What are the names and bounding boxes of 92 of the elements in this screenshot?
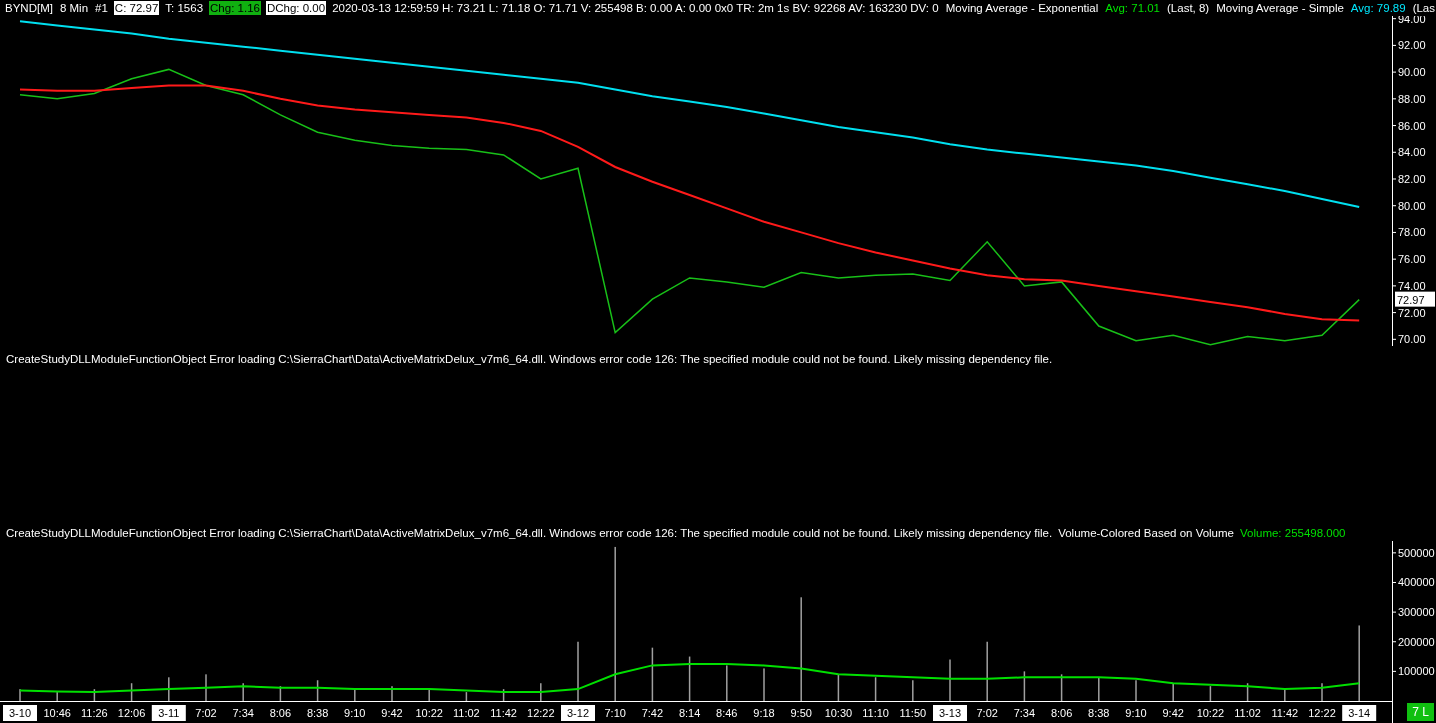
header-field: 8 Min — [58, 1, 90, 15]
y-tick-label: 70.00 — [1398, 333, 1426, 346]
time-label: 12:22 — [527, 707, 555, 719]
time-label: 12:22 — [1308, 707, 1336, 719]
y-tick-label: 300000 — [1398, 606, 1435, 619]
header-field: BYND[M] — [4, 1, 54, 15]
y-tick-label: 80.00 — [1398, 199, 1426, 212]
time-label: 7:02 — [976, 707, 998, 719]
header-field: Moving Average - Exponential — [944, 1, 1100, 15]
date-label: 3-11 — [151, 705, 186, 721]
time-label: 11:10 — [862, 707, 889, 719]
study-legend-text: Volume-Colored Based on Volume — [1058, 527, 1234, 539]
time-label: 9:18 — [753, 707, 775, 719]
header-field: Avg: 79.89 — [1349, 1, 1407, 15]
time-label: 10:22 — [415, 707, 443, 719]
y-tick-label: 88.00 — [1398, 92, 1426, 105]
y-tick-label: 90.00 — [1398, 66, 1426, 79]
axis-tick-label: 88.00 — [1391, 92, 1426, 105]
axis-tick-label: 90.00 — [1391, 66, 1426, 79]
axis-tick-label: 100000 — [1391, 665, 1435, 678]
time-label: 12:06 — [117, 707, 146, 719]
axis-tick-label: 82.00 — [1391, 173, 1426, 185]
time-label: 7:42 — [641, 707, 664, 719]
status-badge: 7 L — [1407, 703, 1434, 721]
time-label: 10:46 — [43, 707, 71, 719]
date-label: 3-12 — [561, 705, 595, 721]
time-label: 7:10 — [604, 707, 626, 719]
time-label: 8:38 — [1088, 707, 1110, 719]
time-label: 9:10 — [344, 707, 366, 719]
time-label: 9:42 — [381, 707, 403, 719]
time-label: 7:02 — [195, 707, 217, 719]
time-label: 11:26 — [81, 707, 108, 719]
time-label: 7:34 — [232, 707, 254, 719]
y-tick-label: 72.00 — [1398, 306, 1426, 319]
y-tick-label: 500000 — [1398, 546, 1435, 559]
time-label: 10:22 — [1196, 707, 1225, 719]
time-label: 11:02 — [453, 707, 480, 719]
header-field: (Last, 8) — [1166, 1, 1211, 15]
time-label: 9:42 — [1162, 707, 1184, 719]
axis-tick-label: 400000 — [1391, 576, 1435, 589]
axis-tick-label: 94.00 — [1391, 16, 1426, 25]
time-label: 7:34 — [1013, 707, 1036, 719]
axis-tick-label: 78.00 — [1391, 226, 1426, 239]
axis-tick-label: 72.00 — [1391, 306, 1426, 319]
time-label: 8:06 — [1050, 707, 1073, 719]
y-tick-label: 400000 — [1398, 576, 1435, 589]
axis-tick-label: 300000 — [1391, 606, 1435, 619]
axis-tick-label: 86.00 — [1391, 119, 1426, 132]
header-field: C: 72.97 — [113, 1, 160, 15]
y-tick-label: 82.00 — [1398, 173, 1426, 185]
time-label: 11:50 — [899, 707, 927, 719]
axis-tick-label: 92.00 — [1391, 39, 1426, 52]
last-price-label: 72.97 — [1395, 291, 1435, 307]
time-label: 8:06 — [269, 707, 292, 719]
y-tick-label: 78.00 — [1398, 226, 1426, 239]
time-label: 11:42 — [490, 707, 517, 719]
date-label: 3-13 — [933, 705, 967, 721]
time-label: 11:02 — [1234, 707, 1261, 719]
header-field: DChg: 0.00 — [265, 1, 327, 15]
header-field: #1 — [94, 1, 109, 15]
date-label: 3-14 — [1342, 705, 1377, 721]
time-label: 9:50 — [790, 707, 812, 719]
header-field: Moving Average - Simple — [1215, 1, 1345, 15]
axis-tick-label: 80.00 — [1391, 199, 1426, 212]
y-tick-label: 86.00 — [1398, 119, 1426, 132]
axis-tick-label: 84.00 — [1391, 146, 1426, 159]
axis-tick-label: 76.00 — [1391, 253, 1426, 266]
header-field: 2020-03-13 12:59:59 H: 73.21 L: 71.18 O: 71.71 V: 255498 B: 0.00 A: 0.00 0x0 TR: 2m 1s BV: 92268 AV: 163230 DV: 0 — [331, 1, 940, 15]
study-legend-text: Volume: 255498.000 — [1240, 527, 1346, 539]
axis-tick-label: 500000 — [1391, 546, 1435, 559]
y-tick-label: 84.00 — [1398, 146, 1426, 159]
header-field: (Las — [1411, 1, 1436, 15]
axis-tick-label: 200000 — [1391, 635, 1435, 648]
y-tick-label: 100000 — [1398, 665, 1435, 678]
y-tick-label: 92.00 — [1398, 39, 1426, 52]
header-field: Avg: 71.01 — [1104, 1, 1161, 15]
time-label: 8:38 — [306, 707, 329, 719]
time-label: 8:46 — [716, 707, 738, 719]
date-label: 3-10 — [3, 705, 37, 721]
error-message: CreateStudyDLLModuleFunctionObject Error loading C:\SierraChart\Data\ActiveMatrixDelux_v7m6_64.dll. Windows error code 126: The specified module could not be found. Likely missing dependency file. — [6, 353, 1053, 365]
y-tick-label: 200000 — [1398, 635, 1435, 648]
y-tick-label: 74.00 — [1398, 279, 1426, 292]
axis-tick-label: 74.00 — [1391, 279, 1426, 292]
y-tick-label: 76.00 — [1398, 253, 1426, 266]
time-label: 11:42 — [1271, 707, 1299, 719]
axis-tick-label: 70.00 — [1391, 333, 1426, 346]
time-label: 8:14 — [678, 707, 701, 719]
time-label: 10:30 — [824, 707, 853, 719]
header-field: Chg: 1.16 — [209, 1, 261, 15]
study-legend-text: CreateStudyDLLModuleFunctionObject Error loading C:\SierraChart\Data\ActiveMatrixDelux_v7m6_64.dll. Windows error code 126: The specified module could not be found. Likely missing dependency file. — [6, 527, 1053, 539]
header-field: T: 1563 — [164, 1, 205, 15]
time-label: 9:10 — [1125, 707, 1147, 719]
